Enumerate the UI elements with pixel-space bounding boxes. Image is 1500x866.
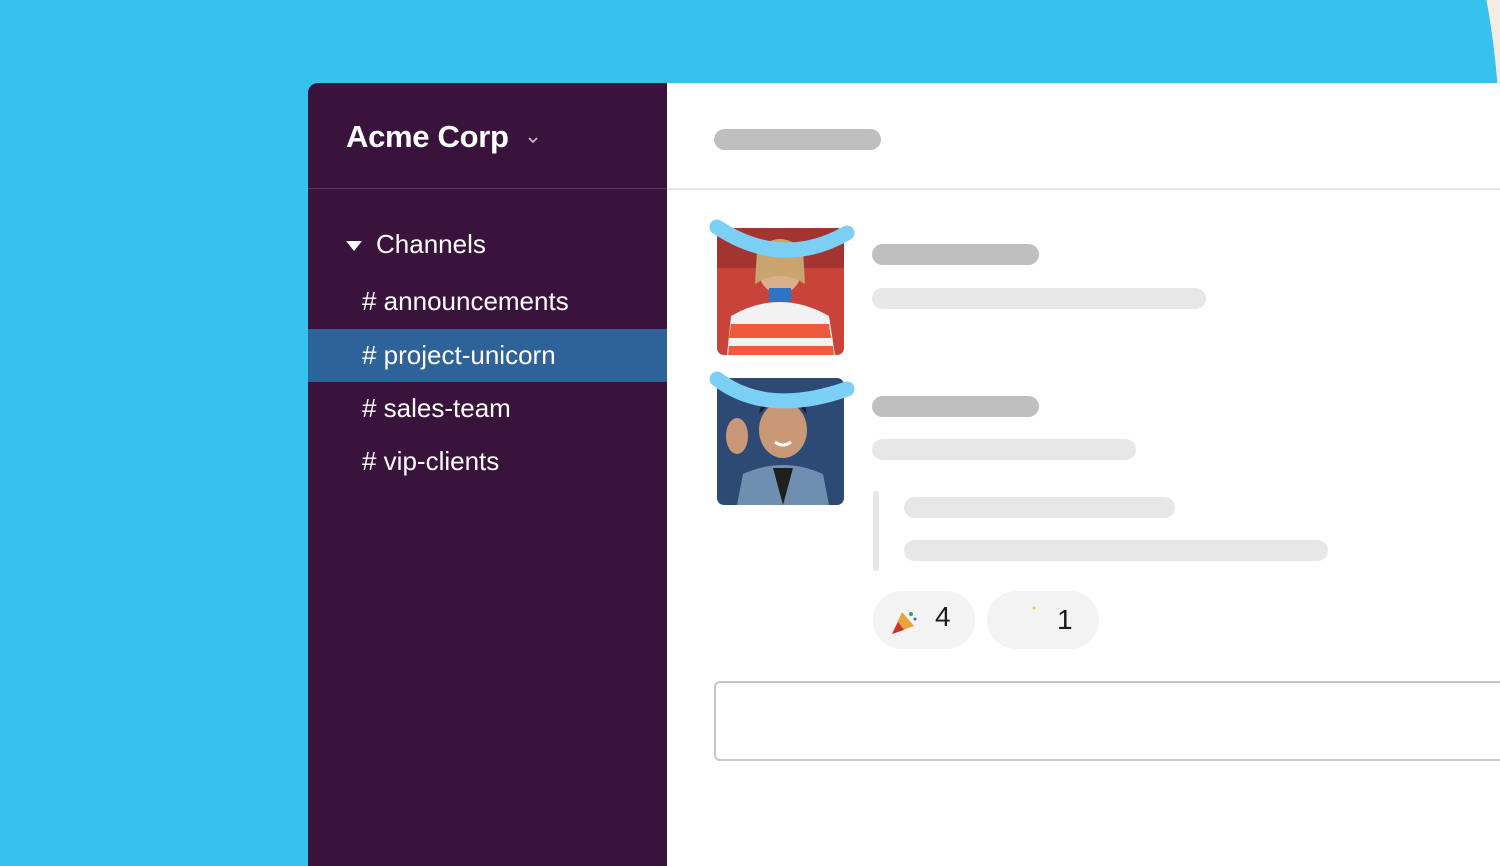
channel-title-placeholder [714, 129, 881, 150]
sidebar-item-announcements[interactable]: # announcements [308, 275, 667, 328]
app-window: Acme Corp Channels # announcements # pro… [308, 83, 1500, 866]
message-text-placeholder [872, 288, 1206, 309]
sidebar: Acme Corp Channels # announcements # pro… [308, 83, 667, 866]
quote-bar [873, 491, 879, 571]
message-author-placeholder [872, 244, 1039, 265]
sidebar-item-vip-clients[interactable]: # vip-clients [308, 435, 667, 488]
reaction-party[interactable]: 4 [873, 591, 975, 649]
quoted-text-placeholder [904, 540, 1328, 561]
sparkle-icon [1032, 606, 1036, 610]
channel-header [667, 83, 1500, 190]
highlight-stroke [709, 219, 855, 258]
workspace-name[interactable]: Acme Corp [346, 119, 509, 155]
message-text-placeholder [872, 439, 1136, 460]
caret-down-icon[interactable] [346, 241, 362, 253]
message-composer-input[interactable] [714, 681, 1500, 761]
party-popper-icon [892, 612, 917, 634]
reaction-count: 1 [1057, 604, 1073, 635]
channels-section-label[interactable]: Channels [376, 229, 486, 260]
workspace-header[interactable]: Acme Corp [308, 83, 667, 189]
reaction-sparkle[interactable]: 1 [987, 591, 1099, 649]
reaction-count: 4 [935, 601, 951, 632]
message-author-placeholder [872, 396, 1039, 417]
chevron-down-icon[interactable] [528, 135, 538, 145]
quoted-text-placeholder [904, 497, 1175, 518]
main-pane: 4 1 [667, 83, 1500, 866]
sidebar-item-sales-team[interactable]: # sales-team [308, 382, 667, 435]
highlight-stroke [709, 371, 855, 409]
sidebar-item-project-unicorn[interactable]: # project-unicorn [308, 329, 667, 382]
